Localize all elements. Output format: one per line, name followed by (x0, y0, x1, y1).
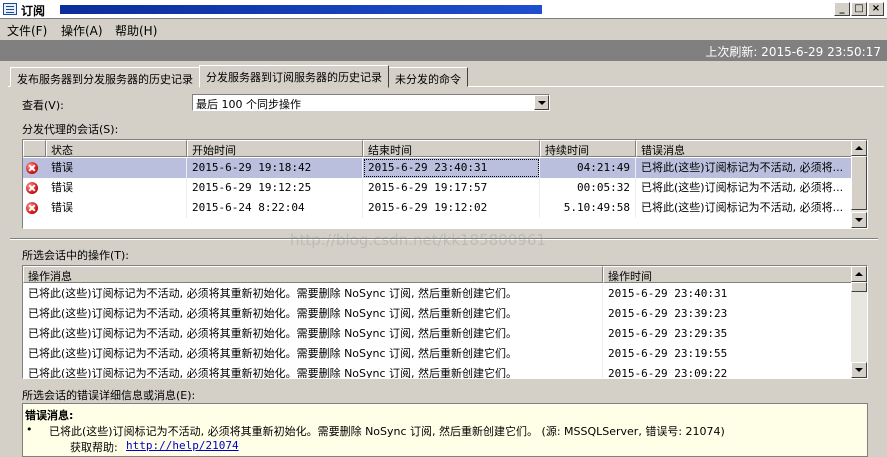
action-row[interactable]: 已将此(这些)订阅标记为不活动, 必须将其重新初始化。需要删除 NoSync 订… (23, 304, 853, 324)
column-header-duration[interactable]: 持续时间 (540, 140, 636, 157)
column-header-action-time[interactable]: 操作时间 (603, 266, 853, 283)
session-error: 已将此(这些)订阅标记为不活动, 必须将... (636, 158, 853, 178)
session-start: 2015-6-24 8:22:04 (187, 198, 363, 218)
session-row[interactable]: 错误 2015-6-24 8:22:04 2015-6-29 19:12:02 … (23, 198, 853, 218)
menu-help[interactable]: 帮助(H) (115, 22, 157, 39)
action-time: 2015-6-29 23:40:31 (603, 284, 853, 304)
scroll-thumb[interactable] (851, 282, 867, 292)
action-time: 2015-6-29 23:39:23 (603, 304, 853, 324)
session-end: 2015-6-29 19:17:57 (363, 178, 540, 198)
error-icon (26, 182, 38, 194)
session-start: 2015-6-29 19:18:42 (187, 158, 363, 178)
scroll-down-button[interactable] (851, 362, 867, 378)
details-title: 错误消息: (25, 409, 74, 422)
last-refresh-text: 上次刷新: 2015-6-29 23:50:17 (705, 45, 881, 59)
view-select-value: 最后 100 个同步操作 (196, 98, 301, 111)
close-button[interactable]: × (868, 2, 884, 16)
maximize-button[interactable]: □ (851, 2, 867, 16)
session-status: 错误 (46, 178, 187, 198)
action-message: 已将此(这些)订阅标记为不活动, 必须将其重新初始化。需要删除 NoSync 订… (23, 284, 603, 304)
tab-undistributed-commands[interactable]: 未分发的命令 (388, 67, 468, 87)
help-label: 获取帮助: (70, 441, 118, 454)
action-row[interactable]: 已将此(这些)订阅标记为不活动, 必须将其重新初始化。需要删除 NoSync 订… (23, 324, 853, 344)
help-link[interactable]: http://help/21074 (126, 439, 239, 452)
action-row[interactable]: 已将此(这些)订阅标记为不活动, 必须将其重新初始化。需要删除 NoSync 订… (23, 344, 853, 364)
error-icon (26, 202, 38, 214)
scroll-up-button[interactable] (851, 140, 867, 156)
sessions-grid: 状态 开始时间 结束时间 持续时间 错误消息 错误 2015-6-29 19:1… (22, 139, 868, 229)
session-duration: 5.10:49:58 (540, 198, 636, 218)
action-row[interactable]: 已将此(这些)订阅标记为不活动, 必须将其重新初始化。需要删除 NoSync 订… (23, 364, 853, 378)
title-bar: 订阅 _ □ × (0, 0, 887, 19)
details-bullet: • (26, 423, 33, 436)
view-label: 查看(V): (22, 99, 64, 112)
actions-scrollbar[interactable] (851, 266, 867, 378)
scroll-thumb[interactable] (851, 156, 867, 210)
actions-label: 所选会话中的操作(T): (22, 249, 130, 262)
chevron-down-icon[interactable] (534, 95, 549, 110)
actions-grid: 操作消息 操作时间 已将此(这些)订阅标记为不活动, 必须将其重新初始化。需要删… (22, 265, 868, 379)
menu-action[interactable]: 操作(A) (61, 22, 103, 39)
error-details-panel: 错误消息: • 已将此(这些)订阅标记为不活动, 必须将其重新初始化。需要删除 … (22, 403, 868, 457)
action-row[interactable]: 已将此(这些)订阅标记为不活动, 必须将其重新初始化。需要删除 NoSync 订… (23, 284, 853, 304)
action-message: 已将此(这些)订阅标记为不活动, 必须将其重新初始化。需要删除 NoSync 订… (23, 324, 603, 344)
minimize-button[interactable]: _ (834, 2, 850, 16)
view-select[interactable]: 最后 100 个同步操作 (192, 94, 550, 111)
scroll-up-button[interactable] (851, 266, 867, 282)
session-error: 已将此(这些)订阅标记为不活动, 必须将... (636, 178, 853, 198)
title-redaction-band (60, 5, 542, 14)
menu-bar: 文件(F) 操作(A) 帮助(H) (0, 19, 887, 39)
column-header-status[interactable]: 状态 (46, 140, 187, 157)
session-end: 2015-6-29 23:40:31 (363, 158, 540, 178)
tab-publisher-history[interactable]: 发布服务器到分发服务器的历史记录 (10, 67, 200, 87)
details-message: 已将此(这些)订阅标记为不活动, 必须将其重新初始化。需要删除 NoSync 订… (49, 425, 725, 438)
session-duration: 04:21:49 (540, 158, 636, 178)
session-row[interactable]: 错误 2015-6-29 19:12:25 2015-6-29 19:17:57… (23, 178, 853, 198)
column-header-error[interactable]: 错误消息 (636, 140, 853, 157)
action-message: 已将此(这些)订阅标记为不活动, 必须将其重新初始化。需要删除 NoSync 订… (23, 364, 603, 378)
session-error: 已将此(这些)订阅标记为不活动, 必须将... (636, 198, 853, 218)
column-header-action-message[interactable]: 操作消息 (23, 266, 603, 283)
action-time: 2015-6-29 23:19:55 (603, 344, 853, 364)
window-title: 订阅 (21, 4, 46, 18)
tab-subscriber-history[interactable]: 分发服务器到订阅服务器的历史记录 (199, 65, 389, 88)
action-message: 已将此(这些)订阅标记为不活动, 必须将其重新初始化。需要删除 NoSync 订… (23, 344, 603, 364)
refresh-status-bar: 上次刷新: 2015-6-29 23:50:17 (0, 40, 887, 61)
sessions-label: 分发代理的会话(S): (22, 123, 119, 136)
session-duration: 00:05:32 (540, 178, 636, 198)
app-icon (3, 3, 17, 15)
session-status: 错误 (46, 198, 187, 218)
menu-file[interactable]: 文件(F) (7, 22, 47, 39)
row-header-corner (23, 140, 46, 157)
action-time: 2015-6-29 23:09:22 (603, 364, 853, 378)
column-header-start[interactable]: 开始时间 (187, 140, 363, 157)
error-icon (26, 162, 38, 174)
scroll-down-button[interactable] (851, 212, 867, 228)
session-status: 错误 (46, 158, 187, 178)
session-start: 2015-6-29 19:12:25 (187, 178, 363, 198)
sessions-scrollbar[interactable] (851, 140, 867, 228)
column-header-end[interactable]: 结束时间 (363, 140, 540, 157)
action-message: 已将此(这些)订阅标记为不活动, 必须将其重新初始化。需要删除 NoSync 订… (23, 304, 603, 324)
session-end: 2015-6-29 19:12:02 (363, 198, 540, 218)
details-label: 所选会话的错误详细信息或消息(E): (22, 389, 196, 402)
action-time: 2015-6-29 23:29:35 (603, 324, 853, 344)
watermark: http://blog.csdn.net/kk185800961 (290, 231, 546, 249)
session-row[interactable]: 错误 2015-6-29 19:18:42 2015-6-29 23:40:31… (23, 158, 853, 178)
